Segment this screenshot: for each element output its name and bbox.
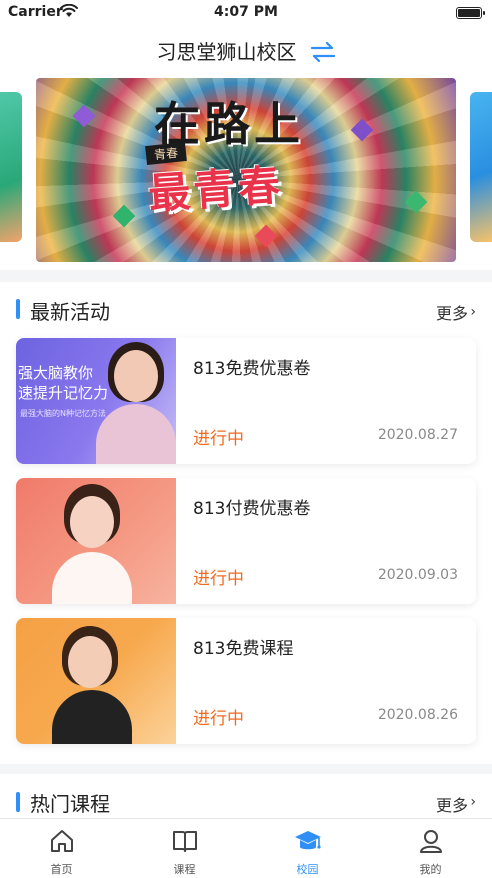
graduation-cap-icon bbox=[295, 831, 321, 850]
clock: 4:07 PM bbox=[214, 4, 278, 20]
activity-date: 2020.09.03 bbox=[377, 567, 458, 583]
activity-status: 进行中 bbox=[193, 429, 244, 449]
tab-campus[interactable]: 校园 bbox=[246, 819, 369, 878]
tab-courses[interactable]: 课程 bbox=[123, 819, 246, 878]
section-header: 热门课程 更多 › bbox=[0, 774, 492, 818]
user-icon bbox=[420, 830, 442, 853]
activity-date: 2020.08.27 bbox=[377, 427, 458, 443]
activity-card[interactable]: 813付费优惠卷 进行中 2020.09.03 bbox=[16, 478, 476, 604]
hot-courses-section: 热门课程 更多 › bbox=[0, 774, 492, 818]
banner-prev-preview[interactable] bbox=[0, 92, 22, 242]
section-header: 最新活动 更多 › bbox=[0, 282, 492, 338]
battery-icon bbox=[456, 7, 485, 19]
activity-status: 进行中 bbox=[193, 569, 244, 589]
section-accent-bar bbox=[16, 792, 20, 812]
teacher-body bbox=[96, 404, 176, 464]
home-icon bbox=[51, 830, 73, 852]
tab-home[interactable]: 首页 bbox=[0, 819, 123, 878]
activity-thumbnail bbox=[16, 478, 176, 604]
teacher-face bbox=[114, 350, 158, 402]
tab-label: 课程 bbox=[173, 863, 196, 876]
tab-mine[interactable]: 我的 bbox=[369, 819, 492, 878]
switch-campus-icon[interactable] bbox=[310, 42, 336, 62]
activity-name: 813付费优惠卷 bbox=[193, 499, 311, 519]
banner-carousel[interactable]: 在路上 青春 最青春 bbox=[0, 74, 492, 270]
activity-card[interactable]: 强大脑教你 速提升记忆力 最强大脑的N种记忆方法 813免费优惠卷 进行中 20… bbox=[16, 338, 476, 464]
banner-next-preview[interactable] bbox=[470, 92, 492, 242]
tab-bar: 首页 课程 校园 我的 bbox=[0, 818, 492, 878]
book-icon bbox=[173, 831, 197, 852]
banner-slogan: 最青春 bbox=[146, 160, 285, 219]
more-link[interactable]: 更多 bbox=[436, 300, 468, 324]
tab-label: 首页 bbox=[50, 863, 73, 876]
tab-label: 我的 bbox=[419, 863, 442, 876]
banner-slide[interactable]: 在路上 青春 最青春 bbox=[36, 78, 456, 262]
nav-bar: 习思堂狮山校区 bbox=[0, 26, 492, 74]
activity-name: 813免费优惠卷 bbox=[193, 359, 311, 379]
activity-thumbnail: 强大脑教你 速提升记忆力 最强大脑的N种记忆方法 bbox=[16, 338, 176, 464]
promo-subtext: 最强大脑的N种记忆方法 bbox=[20, 409, 106, 418]
section-title: 热门课程 bbox=[30, 792, 110, 816]
activity-status: 进行中 bbox=[193, 709, 244, 729]
promo-text: 速提升记忆力 bbox=[18, 384, 109, 402]
more-link[interactable]: 更多 bbox=[436, 792, 468, 816]
section-accent-bar bbox=[16, 299, 20, 319]
teacher-body bbox=[52, 552, 132, 604]
promo-text: 强大脑教你 bbox=[18, 364, 94, 382]
activity-card[interactable]: 813免费课程 进行中 2020.08.26 bbox=[16, 618, 476, 744]
latest-activities-section: 最新活动 更多 › 强大脑教你 速提升记忆力 最强大脑的N种记忆方法 813免费… bbox=[0, 282, 492, 764]
activity-name: 813免费课程 bbox=[193, 639, 294, 659]
status-bar: Carrier 4:07 PM bbox=[0, 0, 492, 26]
tab-label: 校园 bbox=[296, 863, 319, 876]
chevron-right-icon[interactable]: › bbox=[470, 304, 476, 320]
teacher-body bbox=[52, 690, 132, 744]
teacher-face bbox=[68, 636, 112, 688]
section-title: 最新活动 bbox=[30, 300, 110, 324]
teacher-face bbox=[70, 496, 114, 548]
activity-thumbnail bbox=[16, 618, 176, 744]
chevron-right-icon[interactable]: › bbox=[470, 794, 476, 810]
activity-date: 2020.08.26 bbox=[377, 707, 458, 723]
campus-title: 习思堂狮山校区 bbox=[156, 40, 297, 64]
